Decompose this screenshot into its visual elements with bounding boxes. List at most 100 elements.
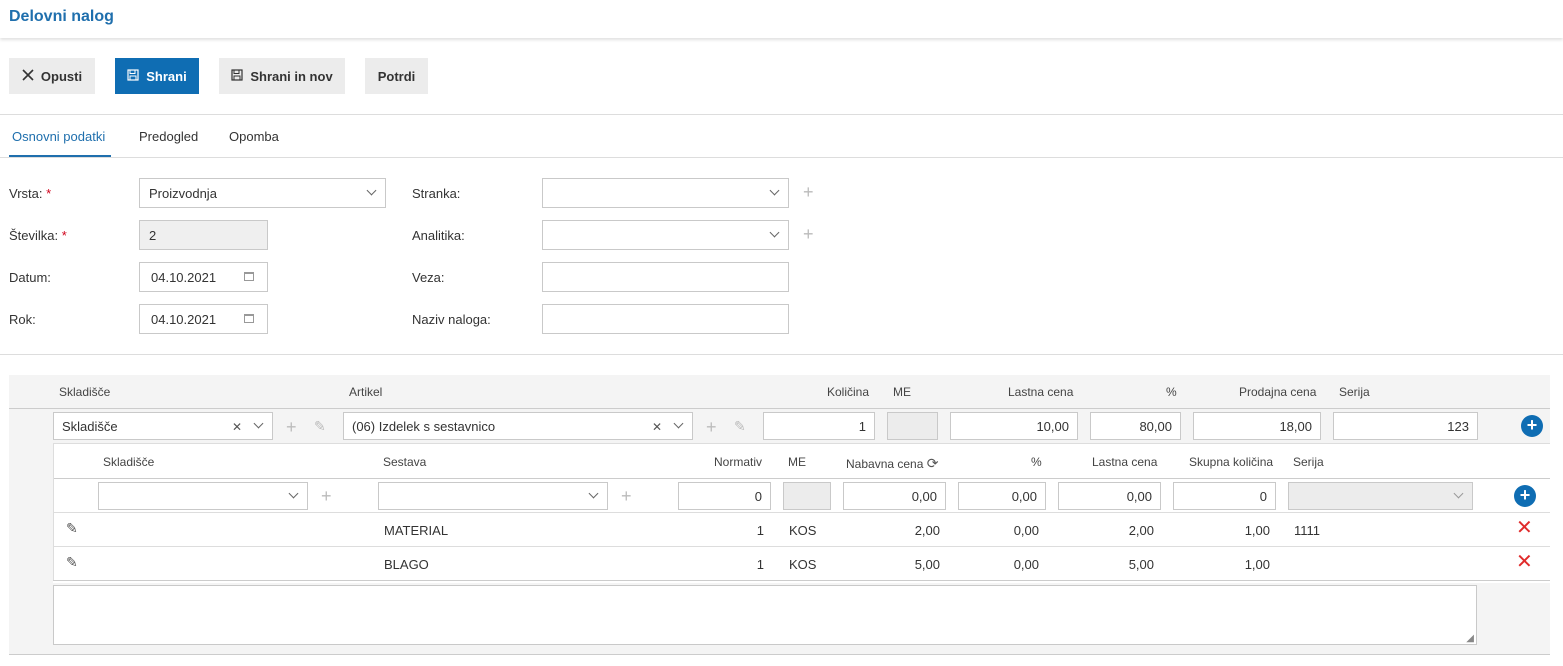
sub-col-pct-header: %: [1031, 455, 1042, 469]
row1-skupna-kolicina: 1,00: [1244, 523, 1270, 538]
col-serija-header: Serija: [1339, 385, 1370, 399]
col-pct-header: %: [1166, 385, 1177, 399]
serija-input[interactable]: 123: [1333, 412, 1478, 440]
divider: [53, 478, 1550, 479]
sub-skladisce-select[interactable]: [98, 482, 308, 510]
kolicina-input[interactable]: 1: [763, 412, 875, 440]
lastna-cena-input[interactable]: 10,00: [950, 412, 1078, 440]
sub-col-skupna-kolicina-header: Skupna količina: [1189, 455, 1274, 469]
pencil-icon[interactable]: ✎: [66, 520, 78, 537]
col-kolicina-header: Količina: [827, 385, 870, 399]
tab-osnovni-podatki[interactable]: Osnovni podatki: [12, 129, 105, 144]
chevron-down-icon: [588, 488, 599, 499]
delete-x-icon[interactable]: ✕: [1516, 552, 1533, 572]
rok-field[interactable]: 04.10.2021: [139, 304, 268, 334]
naziv-naloga-input[interactable]: [542, 304, 789, 334]
clear-icon[interactable]: ✕: [232, 420, 242, 434]
divider: [53, 512, 1550, 513]
chevron-down-icon: [253, 418, 264, 429]
delete-x-icon[interactable]: ✕: [1516, 518, 1533, 538]
artikel-value: (06) Izdelek s sestavnico: [352, 418, 496, 434]
sub-col-me-header: ME: [788, 455, 806, 469]
refresh-icon[interactable]: ⟳: [927, 455, 939, 471]
nabavna-cena-input[interactable]: 0,00: [843, 482, 946, 510]
row1-serija: 1111: [1294, 523, 1321, 538]
col-artikel-header: Artikel: [349, 385, 383, 399]
row1-pct: 0,00: [1013, 523, 1039, 538]
row1-me: KOS: [789, 523, 817, 538]
row2-sestava: BLAGO: [384, 557, 429, 572]
row2-nabavna-cena: 5,00: [914, 557, 940, 572]
naziv-naloga-label: Naziv naloga:: [412, 312, 491, 327]
chevron-down-icon: [288, 488, 299, 499]
col-prodajna-cena-header: Prodajna cena: [1239, 385, 1317, 399]
row1-normativ: 1: [756, 523, 764, 538]
datum-label: Datum:: [9, 270, 51, 285]
pencil-icon[interactable]: ✎: [314, 418, 326, 435]
add-row-plus-icon[interactable]: +: [1521, 415, 1543, 437]
datum-field[interactable]: 04.10.2021: [139, 262, 268, 292]
save-and-new-button[interactable]: Shrani in nov: [219, 58, 345, 94]
confirm-button-label: Potrdi: [377, 68, 416, 84]
sub-pct-input[interactable]: 0,00: [958, 482, 1046, 510]
add-analitika-plus-icon[interactable]: +: [803, 225, 814, 243]
tab-opomba[interactable]: Opomba: [229, 129, 279, 144]
confirm-button[interactable]: Potrdi: [365, 58, 428, 94]
calendar-icon[interactable]: [244, 272, 254, 281]
row2-pct: 0,00: [1013, 557, 1039, 572]
sub-col-lastna-cena-header: Lastna cena: [1092, 455, 1158, 469]
divider: [9, 408, 1550, 409]
prodajna-cena-input[interactable]: 18,00: [1193, 412, 1321, 440]
rok-label: Rok:: [9, 312, 36, 327]
add-sub-skladisce-plus-icon[interactable]: +: [321, 487, 332, 505]
divider: [53, 546, 1550, 547]
sub-col-nabavna-cena-header: Nabavna cena ⟳: [846, 455, 939, 471]
divider: [53, 580, 1550, 581]
page-title: Delovni nalog: [9, 8, 114, 25]
rok-value: 04.10.2021: [151, 311, 217, 327]
sub-lastna-cena-input[interactable]: 0,00: [1058, 482, 1161, 510]
add-skladisce-plus-icon[interactable]: +: [286, 418, 297, 436]
save-button[interactable]: Shrani: [115, 58, 199, 94]
stranka-select[interactable]: [542, 178, 789, 208]
skladisce-select[interactable]: Skladišče ✕: [53, 412, 273, 440]
chevron-down-icon: [366, 185, 377, 196]
normativ-input[interactable]: 0: [678, 482, 771, 510]
sestava-select[interactable]: [378, 482, 608, 510]
note-textarea[interactable]: ◢: [53, 585, 1477, 645]
me-field: [887, 412, 938, 440]
row1-sestava: MATERIAL: [384, 523, 449, 538]
tab-predogled[interactable]: Predogled: [139, 129, 198, 144]
vrsta-select[interactable]: Proizvodnja: [139, 178, 386, 208]
stevilka-value: 2: [149, 227, 157, 243]
cancel-button[interactable]: Opusti: [9, 58, 95, 94]
sub-col-skladisce-header: Skladišče: [103, 455, 155, 469]
chevron-down-icon: [769, 185, 780, 196]
datum-value: 04.10.2021: [151, 269, 217, 285]
analitika-select[interactable]: [542, 220, 789, 250]
row2-lastna-cena: 5,00: [1128, 557, 1154, 572]
sub-serija-select: [1288, 482, 1473, 510]
row1-lastna-cena: 2,00: [1128, 523, 1154, 538]
row2-me: KOS: [789, 557, 817, 572]
col-me-header: ME: [893, 385, 911, 399]
clear-icon[interactable]: ✕: [652, 420, 662, 434]
resize-handle-icon[interactable]: ◢: [1466, 633, 1474, 644]
pencil-icon[interactable]: ✎: [66, 554, 78, 571]
sub-col-sestava-header: Sestava: [383, 455, 427, 469]
skupna-kolicina-input[interactable]: 0: [1173, 482, 1276, 510]
calendar-icon[interactable]: [244, 314, 254, 323]
veza-label: Veza:: [412, 270, 445, 285]
add-sestava-plus-icon[interactable]: +: [621, 487, 632, 505]
add-stranka-plus-icon[interactable]: +: [803, 183, 814, 201]
pencil-icon[interactable]: ✎: [734, 418, 746, 435]
divider: [0, 354, 1563, 355]
pct-input[interactable]: 80,00: [1090, 412, 1181, 440]
veza-input[interactable]: [542, 262, 789, 292]
stevilka-label: Številka: *: [9, 228, 67, 243]
skladisce-value: Skladišče: [62, 418, 118, 434]
divider: [0, 157, 1563, 158]
artikel-select[interactable]: (06) Izdelek s sestavnico ✕: [343, 412, 693, 440]
add-component-plus-icon[interactable]: +: [1514, 485, 1536, 507]
add-artikel-plus-icon[interactable]: +: [706, 418, 717, 436]
